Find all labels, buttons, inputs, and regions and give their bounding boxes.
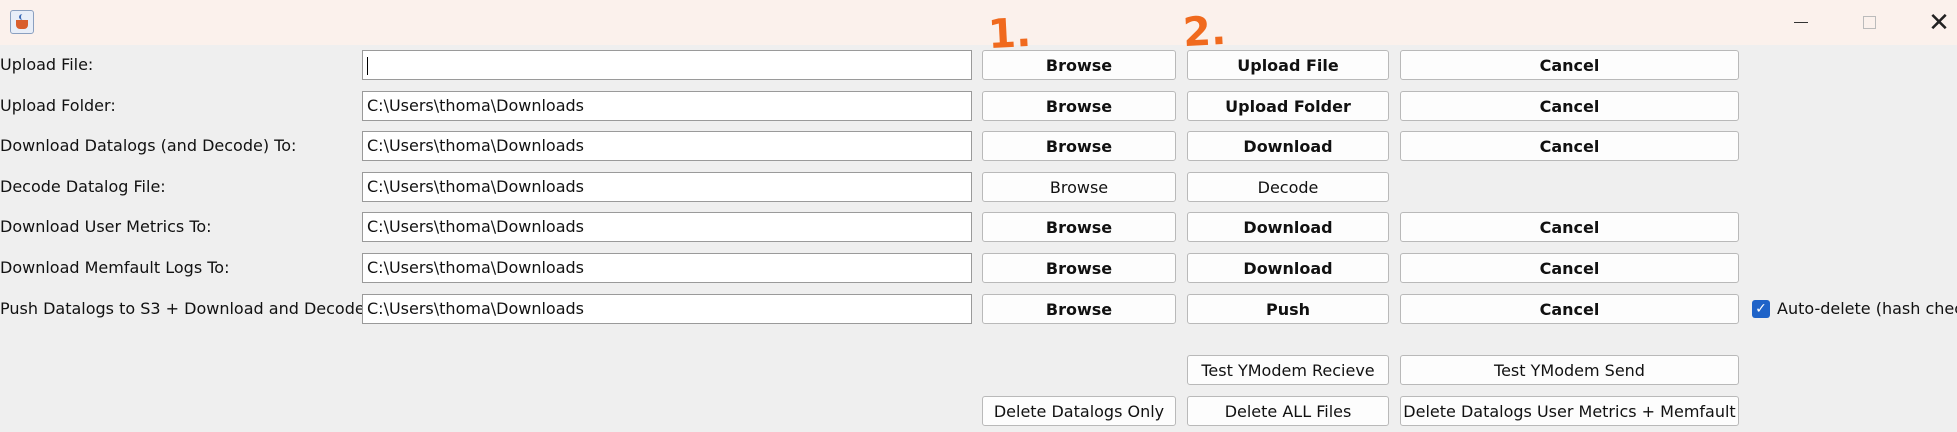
- close-icon: ✕: [1928, 7, 1950, 38]
- decode-datalog-browse-button[interactable]: Browse: [982, 172, 1176, 202]
- maximize-icon: [1862, 16, 1876, 29]
- upload-folder-cancel-button[interactable]: Cancel: [1400, 91, 1739, 121]
- upload-file-browse-button[interactable]: Browse: [982, 50, 1176, 80]
- push-datalogs-cancel-button[interactable]: Cancel: [1400, 294, 1739, 324]
- annotation-step-1: 1.: [986, 9, 1033, 59]
- auto-delete-checkbox[interactable]: ✓: [1752, 300, 1770, 318]
- download-user-metrics-button[interactable]: Download: [1187, 212, 1389, 242]
- delete-datalogs-only-button[interactable]: Delete Datalogs Only: [982, 396, 1176, 426]
- download-datalogs-cancel-button[interactable]: Cancel: [1400, 131, 1739, 161]
- download-user-metrics-label: Download User Metrics To:: [0, 217, 212, 236]
- download-datalogs-input[interactable]: C:\Users\thoma\Downloads: [362, 131, 972, 161]
- download-memfault-cancel-button[interactable]: Cancel: [1400, 253, 1739, 283]
- decode-button[interactable]: Decode: [1187, 172, 1389, 202]
- annotation-step-2: 2.: [1181, 7, 1228, 57]
- check-icon: ✓: [1755, 301, 1767, 317]
- minimize-icon: [1794, 22, 1808, 23]
- upload-folder-browse-button[interactable]: Browse: [982, 91, 1176, 121]
- delete-all-files-button[interactable]: Delete ALL Files: [1187, 396, 1389, 426]
- upload-file-input[interactable]: [362, 50, 972, 80]
- decode-datalog-label: Decode Datalog File:: [0, 177, 166, 196]
- upload-file-cancel-button[interactable]: Cancel: [1400, 50, 1739, 80]
- download-memfault-input[interactable]: C:\Users\thoma\Downloads: [362, 253, 972, 283]
- push-button[interactable]: Push: [1187, 294, 1389, 324]
- test-ymodem-receive-button[interactable]: Test YModem Recieve: [1187, 355, 1389, 385]
- download-memfault-button[interactable]: Download: [1187, 253, 1389, 283]
- text-caret: [367, 56, 368, 75]
- download-user-metrics-cancel-button[interactable]: Cancel: [1400, 212, 1739, 242]
- upload-file-button[interactable]: Upload File: [1187, 50, 1389, 80]
- test-ymodem-send-button[interactable]: Test YModem Send: [1400, 355, 1739, 385]
- download-datalogs-button[interactable]: Download: [1187, 131, 1389, 161]
- close-button[interactable]: ✕: [1910, 0, 1957, 45]
- upload-file-label: Upload File:: [0, 55, 94, 74]
- upload-folder-button[interactable]: Upload Folder: [1187, 91, 1389, 121]
- upload-folder-input[interactable]: C:\Users\thoma\Downloads: [362, 91, 972, 121]
- java-cup-icon: [10, 10, 34, 34]
- delete-datalogs-metrics-memfault-button[interactable]: Delete Datalogs User Metrics + Memfault: [1400, 396, 1739, 426]
- auto-delete-label[interactable]: Auto-delete (hash check): [1777, 297, 1957, 321]
- download-memfault-label: Download Memfault Logs To:: [0, 258, 230, 277]
- download-user-metrics-browse-button[interactable]: Browse: [982, 212, 1176, 242]
- title-bar: ✕: [0, 0, 1957, 45]
- decode-datalog-input[interactable]: C:\Users\thoma\Downloads: [362, 172, 972, 202]
- download-datalogs-label: Download Datalogs (and Decode) To:: [0, 136, 297, 155]
- push-datalogs-browse-button[interactable]: Browse: [982, 294, 1176, 324]
- maximize-button[interactable]: [1840, 0, 1898, 45]
- push-datalogs-label: Push Datalogs to S3 + Download and Decod…: [0, 299, 392, 318]
- upload-folder-label: Upload Folder:: [0, 96, 116, 115]
- download-memfault-browse-button[interactable]: Browse: [982, 253, 1176, 283]
- push-datalogs-input[interactable]: C:\Users\thoma\Downloads: [362, 294, 972, 324]
- download-datalogs-browse-button[interactable]: Browse: [982, 131, 1176, 161]
- download-user-metrics-input[interactable]: C:\Users\thoma\Downloads: [362, 212, 972, 242]
- minimize-button[interactable]: [1772, 0, 1830, 45]
